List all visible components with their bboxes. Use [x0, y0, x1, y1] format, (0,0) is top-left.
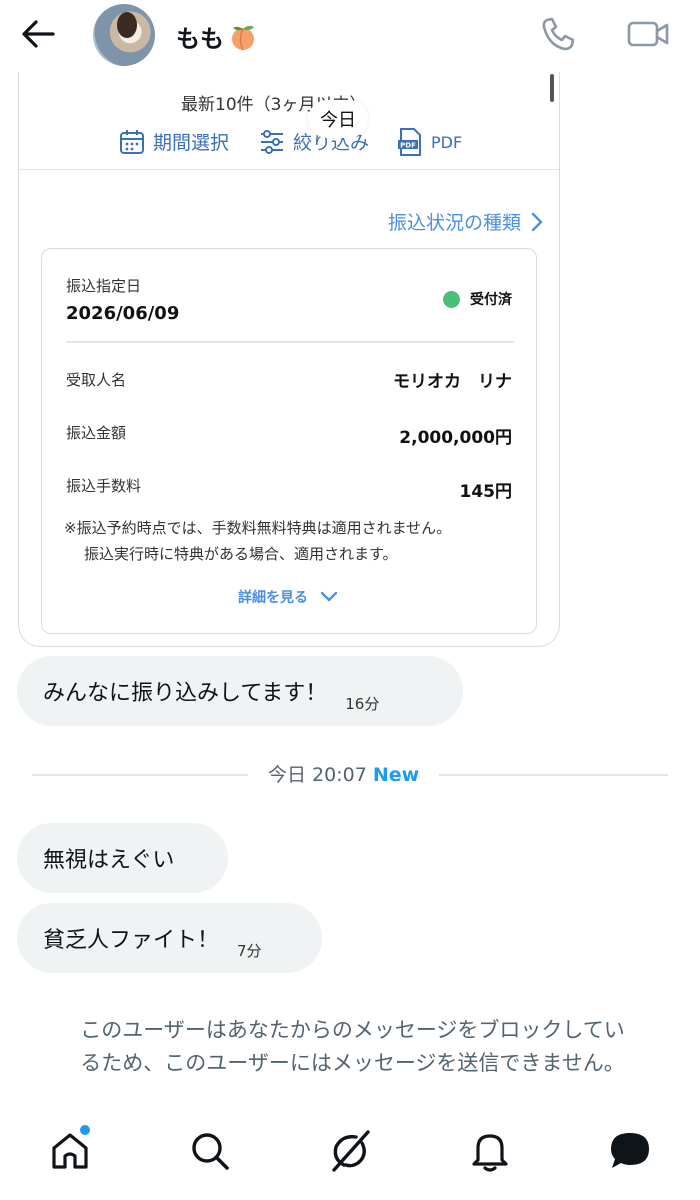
status-text: 受付済 [470, 292, 512, 308]
message-bubble[interactable]: 貧乏人ファイト！ 7分 [17, 903, 322, 973]
transfer-status-types-label: 振込状況の種類 [387, 212, 521, 234]
divider-line [66, 341, 514, 343]
search-icon [192, 1133, 229, 1170]
fee-label: 振込手数料 [66, 477, 142, 495]
svg-text:PDF: PDF [400, 142, 416, 150]
period-select-button[interactable]: 期間選択 [119, 128, 229, 155]
nav-notifications[interactable] [467, 1128, 513, 1174]
video-call-button[interactable] [626, 14, 670, 54]
peach-emoji-icon [232, 25, 254, 50]
contact-name: もも [176, 25, 224, 53]
conversation-header: もも [0, 0, 700, 72]
divider-time: 今日 20:07 [268, 764, 367, 786]
bell-icon [472, 1134, 508, 1172]
filter-sliders-icon [261, 129, 283, 154]
transfer-date-value: 2026/06/09 [66, 303, 180, 324]
view-details-label: 詳細を見る [238, 590, 308, 606]
blocked-notice: このユーザーはあなたからのメッセージをブロックしてい るため、このユーザーにはメ… [30, 1014, 675, 1080]
nav-messages[interactable] [607, 1128, 653, 1174]
fee-note-line1: ※振込予約時点では、手数料無料特典は適用されません。 [64, 519, 452, 537]
nav-grok[interactable] [327, 1128, 373, 1174]
grok-icon [332, 1130, 370, 1172]
pdf-file-icon: PDF [398, 128, 421, 156]
message-bubble[interactable]: みんなに振り込みしてます！ 16分 [17, 656, 463, 726]
today-date-chip: 今日 [308, 100, 368, 138]
fee-value: 145円 [459, 482, 513, 502]
back-button[interactable] [18, 14, 58, 54]
view-details-button[interactable]: 詳細を見る [238, 587, 338, 607]
message-bubble[interactable]: 無視はえぐい [17, 823, 228, 893]
transfer-date-label: 振込指定日 [66, 277, 142, 295]
call-button[interactable] [538, 14, 578, 54]
recipient-label: 受取人名 [66, 371, 127, 389]
card-scrollbar[interactable] [550, 74, 554, 102]
pdf-button[interactable]: PDF PDF [397, 128, 462, 156]
chevron-right-icon [531, 212, 543, 231]
period-select-label: 期間選択 [153, 132, 230, 154]
avatar[interactable] [93, 4, 155, 66]
status-dot-icon [443, 290, 460, 308]
new-badge: New [372, 764, 420, 786]
nav-home[interactable] [47, 1128, 93, 1174]
conversation-title[interactable]: もも [176, 19, 258, 54]
message-time: 7分 [237, 942, 262, 960]
new-messages-divider-label: 今日 20:07 New [248, 760, 440, 787]
shared-transfer-card[interactable]: 最新10件（3ヶ月以内） 期間選択 絞り込み PDF PDF 振込状況の種類 振… [18, 72, 560, 647]
card-toolbar: 最新10件（3ヶ月以内） 期間選択 絞り込み PDF PDF [19, 72, 559, 170]
messages-icon [611, 1133, 649, 1168]
blocked-notice-line2: るため、このユーザーにはメッセージを送信できません。 [80, 1051, 625, 1075]
message-text: みんなに振り込みしてます！ [43, 681, 328, 706]
pdf-label: PDF [431, 132, 463, 152]
message-time: 16分 [345, 695, 380, 713]
fee-note: ※振込予約時点では、手数料無料特典は適用されません。 振込実行時に特典がある場合… [64, 515, 451, 567]
transfer-status-types-link[interactable]: 振込状況の種類 [388, 208, 543, 235]
nav-search[interactable] [187, 1128, 233, 1174]
transfer-detail-box: 振込指定日 2026/06/09 受付済 受取人名 モリオカ リナ 振込金額 2… [41, 248, 537, 634]
amount-label: 振込金額 [66, 424, 127, 442]
arrow-left-icon [22, 20, 55, 48]
bottom-navigation [0, 1100, 700, 1200]
video-camera-icon [627, 21, 669, 47]
recipient-value: モリオカ リナ [393, 372, 512, 392]
blocked-notice-line1: このユーザーはあなたからのメッセージをブロックしてい [80, 1018, 625, 1042]
chevron-down-icon [320, 591, 338, 602]
calendar-icon [120, 129, 144, 154]
amount-value: 2,000,000円 [399, 428, 512, 448]
phone-icon [542, 17, 575, 51]
message-text: 無視はえぐい [43, 848, 175, 873]
home-unread-dot [80, 1125, 90, 1135]
home-icon [52, 1133, 88, 1169]
message-text: 貧乏人ファイト！ [43, 928, 220, 953]
fee-note-line2: 振込実行時に特典がある場合、適用されます。 [84, 545, 398, 563]
status-badge: 受付済 [443, 289, 512, 309]
